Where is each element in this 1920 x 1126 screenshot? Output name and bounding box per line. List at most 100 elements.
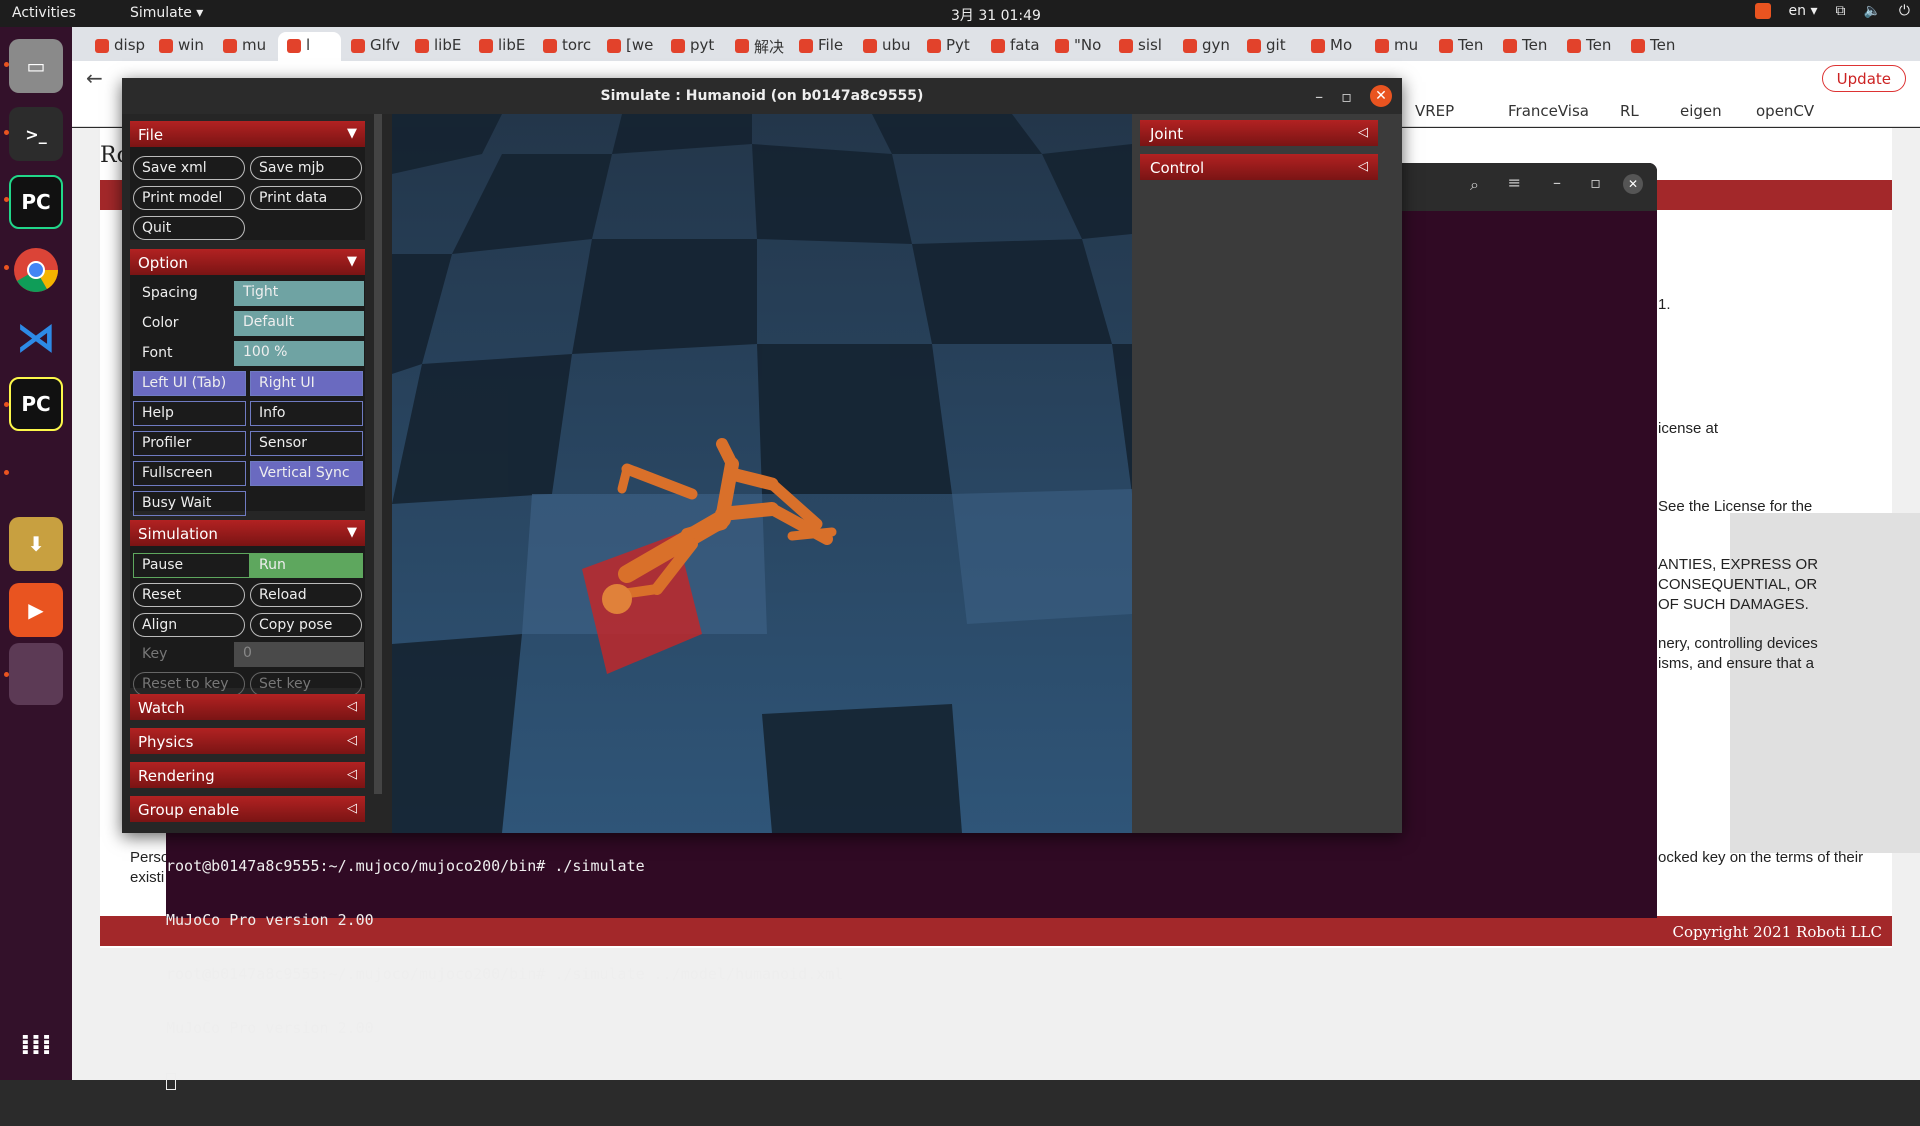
app-menu[interactable]: Simulate ▾ <box>130 5 203 21</box>
maximize-icon[interactable]: ▫ <box>1590 173 1601 192</box>
panel-scrollbar[interactable] <box>374 114 382 794</box>
reset-to-key-button[interactable]: Reset to key <box>133 672 245 696</box>
save-xml-button[interactable]: Save xml <box>133 156 245 180</box>
files-icon[interactable]: ▭ <box>9 39 63 93</box>
pause-radio[interactable]: Pause <box>133 553 250 578</box>
screen-recorder-icon[interactable] <box>1754 3 1771 19</box>
close-icon[interactable]: ✕ <box>1370 85 1392 107</box>
tab-favicon-icon <box>927 39 941 53</box>
font-select[interactable]: 100 % <box>234 341 364 366</box>
browser-tab[interactable]: mu <box>214 32 277 61</box>
browser-tab[interactable]: Ten <box>1622 32 1685 61</box>
browser-tab[interactable]: disp <box>86 32 149 61</box>
chrome-icon[interactable] <box>9 243 63 297</box>
bookmark-item[interactable]: VREP <box>1415 102 1454 120</box>
tab-label: pyt <box>690 36 715 54</box>
browser-tab[interactable]: git <box>1238 32 1301 61</box>
simulation-section-header[interactable]: Simulation ▼ <box>130 520 365 546</box>
page-text: CONSEQUENTIAL, OR <box>1658 576 1818 593</box>
browser-tab[interactable]: mu <box>1366 32 1429 61</box>
show-apps-icon[interactable]: ⁞⁞⁞ <box>9 1017 63 1071</box>
browser-tab[interactable]: ubu <box>854 32 917 61</box>
power-icon[interactable]: ⏻ <box>1899 3 1910 19</box>
close-icon[interactable]: ✕ <box>1623 174 1643 194</box>
copy-pose-button[interactable]: Copy pose <box>250 613 362 637</box>
minimize-icon[interactable]: – <box>1553 173 1561 192</box>
pycharm-icon[interactable]: PC <box>9 175 63 229</box>
pycharm-community-icon[interactable]: PC <box>9 377 63 431</box>
browser-tab[interactable]: Pyt <box>918 32 981 61</box>
fullscreen-toggle[interactable]: Fullscreen <box>133 461 246 486</box>
minimize-icon[interactable]: – <box>1315 87 1323 106</box>
vertical-sync-toggle[interactable]: Vertical Sync <box>250 461 363 486</box>
profiler-toggle[interactable]: Profiler <box>133 431 246 456</box>
physics-section-header[interactable]: Physics ◁ <box>130 728 365 754</box>
browser-tab[interactable]: Ten <box>1494 32 1557 61</box>
clock[interactable]: 3月 31 01:49 <box>951 5 1041 25</box>
browser-tab[interactable]: Ten <box>1558 32 1621 61</box>
terminal-icon[interactable]: >_ <box>9 107 63 161</box>
group-enable-section-header[interactable]: Group enable ◁ <box>130 796 365 822</box>
browser-tab[interactable]: win <box>150 32 213 61</box>
file-section-header[interactable]: File ▼ <box>130 121 365 147</box>
print-model-button[interactable]: Print model <box>133 186 245 210</box>
reset-button[interactable]: Reset <box>133 583 245 607</box>
bookmark-item[interactable]: eigen <box>1680 102 1722 120</box>
save-mjb-button[interactable]: Save mjb <box>250 156 362 180</box>
run-radio[interactable]: Run <box>250 553 363 578</box>
bookmark-item[interactable]: RL <box>1620 102 1639 120</box>
browser-tab[interactable]: Glfv <box>342 32 405 61</box>
print-data-button[interactable]: Print data <box>250 186 362 210</box>
browser-tab[interactable]: Ten <box>1430 32 1493 61</box>
menu-icon[interactable]: ≡ <box>1508 173 1521 192</box>
search-icon[interactable]: ⌕ <box>1470 175 1479 195</box>
key-slider[interactable]: 0 <box>234 642 364 667</box>
browser-tab[interactable]: fata <box>982 32 1045 61</box>
sensor-toggle[interactable]: Sensor <box>250 431 363 456</box>
3d-viewport[interactable] <box>392 114 1132 833</box>
browser-tab[interactable]: Mo <box>1302 32 1365 61</box>
browser-tab[interactable]: l <box>278 32 341 61</box>
activities-button[interactable]: Activities <box>12 5 76 21</box>
browser-tab[interactable]: torc <box>534 32 597 61</box>
back-icon[interactable]: ← <box>86 66 103 90</box>
language-indicator[interactable]: en ▾ <box>1789 3 1818 19</box>
terminal-line: MuJoCo Pro version 2.00 <box>166 911 374 929</box>
browser-tab[interactable]: "No <box>1046 32 1109 61</box>
joint-section-header[interactable]: Joint ◁ <box>1140 120 1378 146</box>
browser-tab[interactable]: sisl <box>1110 32 1173 61</box>
browser-tab[interactable]: libE <box>406 32 469 61</box>
browser-tab[interactable]: gyn <box>1174 32 1237 61</box>
reload-button[interactable]: Reload <box>250 583 362 607</box>
vscode-icon[interactable]: ⋊ <box>9 311 63 365</box>
screen-recorder-app-icon[interactable]: ▶ <box>9 583 63 637</box>
browser-tab[interactable]: pyt <box>662 32 725 61</box>
browser-tab[interactable]: File <box>790 32 853 61</box>
spacing-select[interactable]: Tight <box>234 281 364 306</box>
browser-tab[interactable]: [we <box>598 32 661 61</box>
rendering-section-header[interactable]: Rendering ◁ <box>130 762 365 788</box>
control-section-header[interactable]: Control ◁ <box>1140 154 1378 180</box>
info-toggle[interactable]: Info <box>250 401 363 426</box>
color-select[interactable]: Default <box>234 311 364 336</box>
maximize-icon[interactable]: ▫ <box>1341 87 1352 106</box>
align-button[interactable]: Align <box>133 613 245 637</box>
option-section-header[interactable]: Option ▼ <box>130 249 365 275</box>
set-key-button[interactable]: Set key <box>250 672 362 696</box>
tab-label: git <box>1266 36 1286 54</box>
bookmark-item[interactable]: FranceVisa <box>1508 102 1589 120</box>
quit-button[interactable]: Quit <box>133 216 245 240</box>
browser-tab[interactable]: 解决 <box>726 32 789 61</box>
busy-wait-toggle[interactable]: Busy Wait <box>133 491 246 516</box>
active-app-icon[interactable] <box>9 643 63 705</box>
browser-tab[interactable]: libE <box>470 32 533 61</box>
volume-icon[interactable]: 🔈 <box>1863 3 1880 19</box>
right-ui-toggle[interactable]: Right UI <box>250 371 363 396</box>
bookmark-item[interactable]: openCV <box>1756 102 1814 120</box>
help-toggle[interactable]: Help <box>133 401 246 426</box>
update-button[interactable]: Update <box>1821 65 1906 92</box>
installer-icon[interactable]: ⬇ <box>9 517 63 571</box>
left-ui-toggle[interactable]: Left UI (Tab) <box>133 371 246 396</box>
watch-section-header[interactable]: Watch ◁ <box>130 694 365 720</box>
network-icon[interactable]: ⧉ <box>1835 3 1845 19</box>
